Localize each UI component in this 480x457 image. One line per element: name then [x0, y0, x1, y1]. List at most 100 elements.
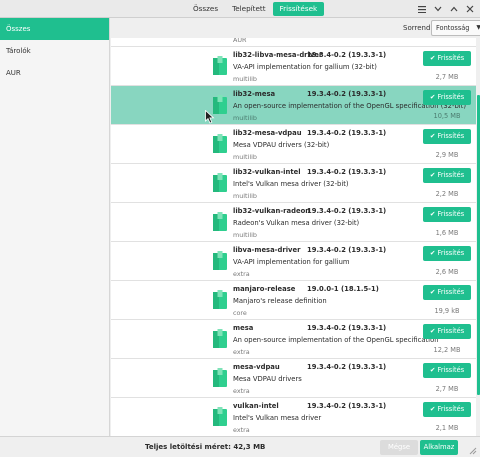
update-button[interactable]: ✔ Frissítés — [423, 363, 471, 378]
package-name: vulkan-intel — [233, 402, 279, 410]
package-icon — [213, 56, 227, 75]
minimize-icon[interactable] — [434, 3, 442, 15]
package-name: lib32-vulkan-radeon — [233, 207, 311, 215]
package-size: 2,7 MB — [435, 385, 459, 393]
tab-updates[interactable]: Frissítések — [272, 2, 325, 16]
package-repo: extra — [233, 387, 250, 395]
cancel-button[interactable]: Mégse — [380, 440, 418, 455]
package-size: 10,5 MB — [433, 112, 461, 120]
scrollbar[interactable] — [476, 38, 480, 436]
resize-grip-icon[interactable] — [467, 445, 477, 455]
update-button-label: Frissítés — [437, 249, 465, 257]
package-size: 2,9 MB — [435, 151, 459, 159]
list-item[interactable]: mesa 19.3.4-0.2 (19.3.3-1) An open-source … — [111, 320, 476, 359]
list-item[interactable]: lib32-libva-mesa-driver 19.3.4-0.2 (19.3.… — [111, 47, 476, 86]
update-button-label: Frissítés — [437, 405, 465, 413]
update-button[interactable]: ✔ Frissítés — [423, 51, 471, 66]
list-item[interactable]: lib32-vulkan-intel 19.3.4-0.2 (19.3.3-1) I… — [111, 164, 476, 203]
package-description: Manjaro's release definition — [233, 297, 327, 305]
package-repo: core — [233, 309, 247, 317]
tab-all[interactable]: Összes — [186, 2, 225, 16]
update-button-label: Frissítés — [437, 171, 465, 179]
window-controls — [418, 3, 474, 15]
mouse-cursor-icon — [205, 110, 215, 124]
package-icon — [213, 407, 227, 426]
package-icon — [213, 290, 227, 309]
sidebar: Összes Tárolók AUR — [0, 18, 110, 436]
sort-value: Fontosság — [436, 24, 470, 32]
check-icon: ✔ — [429, 210, 436, 218]
update-button-label: Frissítés — [437, 132, 465, 140]
sidebar-item-aur[interactable]: AUR — [0, 62, 109, 84]
package-repo: multilib — [233, 114, 257, 122]
package-size: 2,6 MB — [435, 268, 459, 276]
check-icon: ✔ — [429, 366, 436, 374]
update-button[interactable]: ✔ Frissítés — [423, 246, 471, 261]
update-button[interactable]: ✔ Frissítés — [423, 168, 471, 183]
sidebar-item-all[interactable]: Összes — [0, 18, 109, 40]
package-name: mesa-vdpau — [233, 363, 280, 371]
list-item[interactable]: lib32-mesa 19.3.4-0.2 (19.3.3-1) An open-s… — [111, 86, 476, 125]
header-bar: Összes Telepített Frissítések — [0, 0, 480, 18]
package-icon — [213, 173, 227, 192]
package-name: lib32-mesa-vdpau — [233, 129, 302, 137]
total-download-size: Teljes letöltési méret: 42,3 MB — [145, 443, 266, 451]
package-size: 19,9 kB — [434, 307, 460, 315]
check-icon: ✔ — [429, 171, 436, 179]
package-repo: extra — [233, 426, 250, 434]
update-button[interactable]: ✔ Frissítés — [423, 129, 471, 144]
check-icon: ✔ — [429, 249, 436, 257]
package-name: lib32-mesa — [233, 90, 276, 98]
package-description: An open-source implementation of the Ope… — [233, 336, 439, 344]
package-icon — [213, 368, 227, 387]
update-button[interactable]: ✔ Frissítés — [423, 90, 471, 105]
package-icon — [213, 251, 227, 270]
check-icon: ✔ — [429, 54, 436, 62]
package-repo: extra — [233, 348, 250, 356]
sort-dropdown[interactable]: Fontosság ▼ — [431, 20, 480, 36]
package-description: Radeon's Vulkan mesa driver (32-bit) — [233, 219, 360, 227]
check-icon: ✔ — [429, 327, 436, 335]
package-size: 2,2 MB — [435, 190, 459, 198]
close-icon[interactable] — [466, 3, 474, 15]
package-name: lib32-vulkan-intel — [233, 168, 301, 176]
tab-installed[interactable]: Telepített — [225, 2, 272, 16]
view-tabs: Összes Telepített Frissítések — [186, 2, 325, 16]
update-button-label: Frissítés — [437, 93, 465, 101]
package-repo: multilib — [233, 75, 257, 83]
package-repo: multilib — [233, 231, 257, 239]
package-version: 19.3.4-0.2 (19.3.3-1) — [307, 402, 387, 410]
package-name: manjaro-release — [233, 285, 296, 293]
package-icon — [213, 329, 227, 348]
list-item[interactable]: mesa-vdpau 19.3.4-0.2 (19.3.3-1) Mesa VDPA… — [111, 359, 476, 398]
bottom-bar: Teljes letöltési méret: 42,3 MB Mégse Al… — [0, 436, 480, 457]
package-version: 19.3.4-0.2 (19.3.3-1) — [307, 246, 387, 254]
package-version: 19.0.0-1 (18.1.5-1) — [307, 285, 379, 293]
update-button-label: Frissítés — [437, 54, 465, 62]
list-item[interactable]: manjaro-release 19.0.0-1 (18.1.5-1) Manjar… — [111, 281, 476, 320]
update-button[interactable]: ✔ Frissítés — [423, 207, 471, 222]
check-icon: ✔ — [429, 288, 436, 296]
list-item[interactable]: lib32-vulkan-radeon 19.3.4-0.2 (19.3.3-1)… — [111, 203, 476, 242]
apply-button[interactable]: Alkalmaz — [420, 440, 458, 455]
package-version: 19.3.4-0.2 (19.3.3-1) — [307, 168, 387, 176]
list-item[interactable]: lib32-mesa-vdpau 19.3.4-0.2 (19.3.3-1) Mes… — [111, 125, 476, 164]
sidebar-item-repos[interactable]: Tárolók — [0, 40, 109, 62]
package-version: 19.3.4-0.2 (19.3.3-1) — [307, 51, 387, 59]
update-button-label: Frissítés — [437, 288, 465, 296]
menu-icon[interactable] — [418, 3, 426, 15]
maximize-icon[interactable] — [450, 3, 458, 15]
package-size: 2,7 MB — [435, 73, 459, 81]
list-item[interactable]: vulkan-intel 19.3.4-0.2 (19.3.3-1) Intel's… — [111, 398, 476, 436]
package-version: 19.3.4-0.2 (19.3.3-1) — [307, 90, 387, 98]
package-version: 19.3.4-0.2 (19.3.3-1) — [307, 324, 387, 332]
list-item[interactable]: libva-mesa-driver 19.3.4-0.2 (19.3.3-1) VA… — [111, 242, 476, 281]
package-description: Intel's Vulkan mesa driver — [233, 414, 322, 422]
package-name: mesa — [233, 324, 254, 332]
update-button[interactable]: ✔ Frissítés — [423, 402, 471, 417]
package-repo: extra — [233, 270, 250, 278]
update-button[interactable]: ✔ Frissítés — [423, 285, 471, 300]
update-button[interactable]: ✔ Frissítés — [423, 324, 471, 339]
check-icon: ✔ — [429, 93, 436, 101]
list-item[interactable]: AUR — [111, 38, 476, 47]
